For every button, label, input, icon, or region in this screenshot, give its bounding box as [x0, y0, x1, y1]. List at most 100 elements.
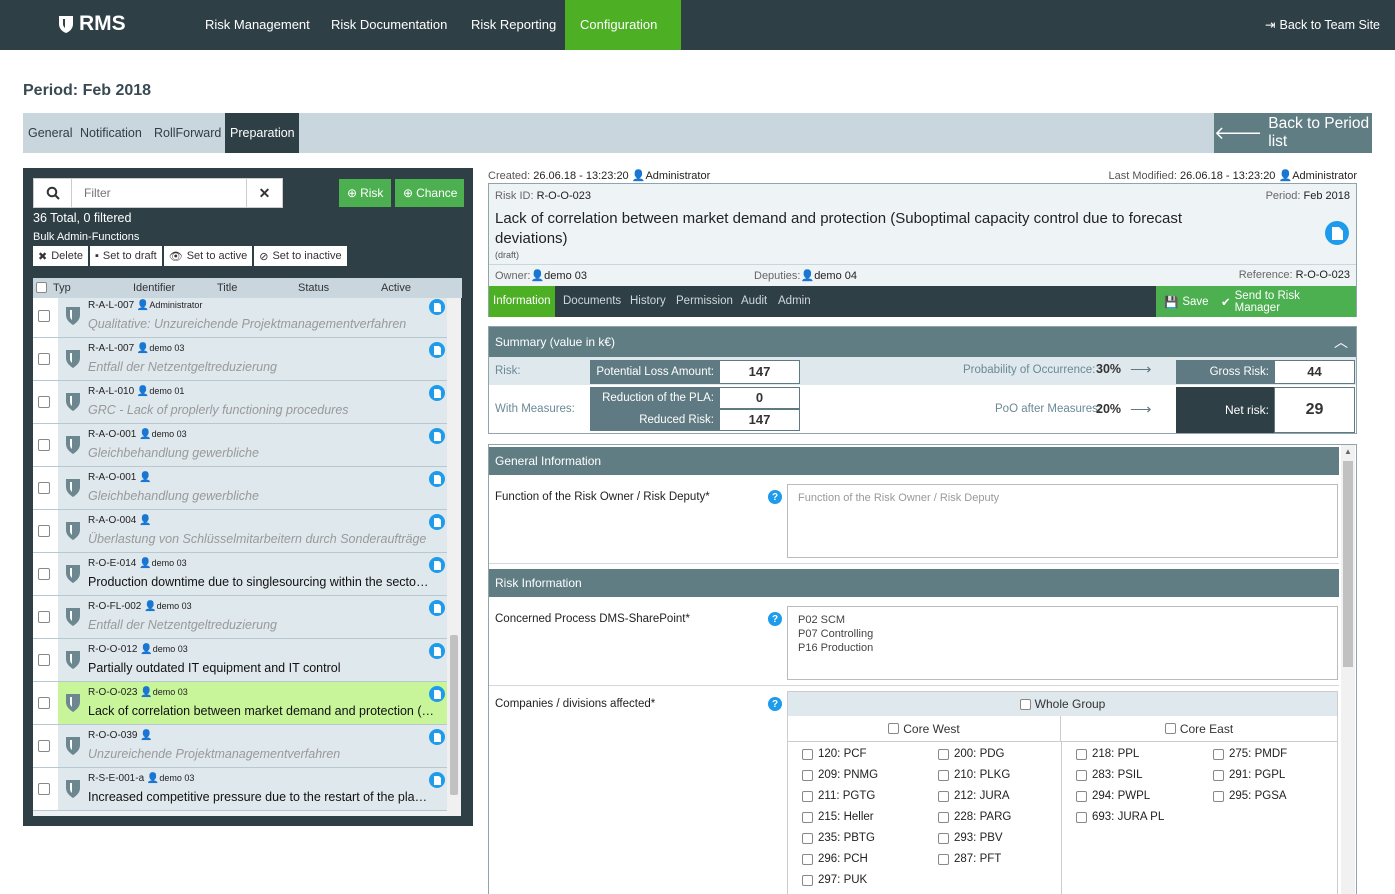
row-checkbox[interactable]	[38, 654, 50, 666]
company-option[interactable]: 295: PGSA	[1213, 790, 1287, 802]
list-item-body[interactable]: R-A-O-004 👤 Überlastung von Schlüsselmita…	[58, 510, 447, 552]
company-option[interactable]: 211: PGTG	[802, 790, 875, 802]
help-icon[interactable]: ?	[768, 697, 782, 711]
nav-configuration[interactable]: Configuration ▼	[565, 0, 681, 81]
send-to-risk-manager-button[interactable]: ✔ Send to Risk Manager	[1213, 286, 1356, 317]
list-item[interactable]: R-O-O-012 👤demo 03 Partially outdated IT …	[33, 639, 447, 682]
company-checkbox[interactable]	[802, 832, 813, 844]
company-option[interactable]: 209: PNMG	[802, 769, 878, 781]
clear-filter-icon[interactable]: ✕	[246, 179, 282, 207]
company-checkbox[interactable]	[802, 811, 813, 823]
company-checkbox[interactable]	[1213, 769, 1224, 781]
company-checkbox[interactable]	[1213, 790, 1224, 802]
bulk-draft-button[interactable]: ▪ Set to draft	[90, 246, 162, 266]
core-west-checkbox[interactable]	[888, 723, 900, 734]
col-title[interactable]: Title	[217, 282, 237, 294]
document-icon[interactable]	[1325, 221, 1349, 245]
bulk-inactive-button[interactable]: ⊘ Set to inactive	[254, 246, 347, 266]
add-risk-button[interactable]: ⊕ Risk	[339, 179, 392, 207]
document-icon[interactable]	[429, 342, 445, 358]
company-option[interactable]: 210: PLKG	[938, 769, 1010, 781]
list-item[interactable]: R-A-O-001 👤demo 03 Gleichbehandlung gewer…	[33, 424, 447, 467]
list-item[interactable]: R-A-L-010 👤demo 01 GRC - Lack of proplerl…	[33, 381, 447, 424]
company-option[interactable]: 275: PMDF	[1213, 748, 1287, 760]
document-icon[interactable]	[429, 385, 445, 401]
nav-risk-reporting[interactable]: Risk Reporting	[456, 0, 571, 50]
col-active[interactable]: Active	[381, 282, 411, 294]
document-icon[interactable]	[429, 557, 445, 573]
company-option[interactable]: 297: PUK	[802, 874, 867, 886]
company-checkbox[interactable]	[802, 874, 813, 886]
col-typ[interactable]: Typ	[53, 282, 71, 294]
company-option[interactable]: 693: JURA PL	[1076, 811, 1164, 823]
company-option[interactable]: 294: PWPL	[1076, 790, 1150, 802]
form-scrollbar[interactable]: ▲	[1341, 445, 1355, 894]
company-option[interactable]: 228: PARG	[938, 811, 1011, 823]
company-option[interactable]: 235: PBTG	[802, 832, 875, 844]
process-textarea[interactable]: P02 SCM P07 Controlling P16 Production	[787, 606, 1338, 680]
row-checkbox[interactable]	[38, 482, 50, 494]
company-checkbox[interactable]	[1076, 748, 1087, 760]
row-checkbox[interactable]	[38, 310, 50, 322]
company-checkbox[interactable]	[802, 790, 813, 802]
company-checkbox[interactable]	[1213, 748, 1224, 760]
company-option[interactable]: 291: PGPL	[1213, 769, 1285, 781]
add-chance-button[interactable]: ⊕ Chance	[395, 179, 464, 207]
company-checkbox[interactable]	[938, 769, 949, 781]
whole-group-row[interactable]: Whole Group	[788, 692, 1337, 716]
tab-documents[interactable]: Documents	[559, 286, 625, 317]
list-scrollbar[interactable]	[447, 298, 461, 816]
company-checkbox[interactable]	[802, 853, 813, 865]
company-option[interactable]: 215: Heller	[802, 811, 874, 823]
scroll-up-icon[interactable]: ▲	[1341, 447, 1355, 459]
list-item-body[interactable]: R-A-O-001 👤demo 03 Gleichbehandlung gewer…	[58, 424, 447, 466]
company-option[interactable]: 120: PCF	[802, 748, 867, 760]
document-icon[interactable]	[429, 428, 445, 444]
tab-admin[interactable]: Admin	[774, 286, 815, 317]
company-checkbox[interactable]	[938, 853, 949, 865]
help-icon[interactable]: ?	[768, 612, 782, 626]
list-item-body[interactable]: R-O-O-012 👤demo 03 Partially outdated IT …	[58, 639, 447, 681]
list-item[interactable]: R-A-O-001 👤 Gleichbehandlung gewerbliche	[33, 467, 447, 510]
row-checkbox[interactable]	[38, 740, 50, 752]
company-checkbox[interactable]	[1076, 790, 1087, 802]
company-checkbox[interactable]	[938, 811, 949, 823]
core-east-checkbox[interactable]	[1164, 723, 1176, 734]
list-item-body[interactable]: R-O-FL-002 👤demo 03 Entfall der Netzentge…	[58, 596, 447, 638]
tab-information[interactable]: Information	[489, 286, 555, 317]
row-checkbox[interactable]	[38, 353, 50, 365]
company-option[interactable]: 212: JURA	[938, 790, 1010, 802]
nav-risk-documentation[interactable]: Risk Documentation	[316, 0, 462, 50]
list-scrollbar-thumb[interactable]	[450, 635, 458, 795]
list-item[interactable]: R-O-O-039 👤 Unzureichende Projektmanageme…	[33, 725, 447, 768]
list-item-body[interactable]: R-A-L-007 👤Administrator Qualitative: Unz…	[58, 298, 447, 337]
list-item-body[interactable]: R-A-O-001 👤 Gleichbehandlung gewerbliche	[58, 467, 447, 509]
company-option[interactable]: 296: PCH	[802, 853, 868, 865]
company-option[interactable]: 218: PPL	[1076, 748, 1139, 760]
document-icon[interactable]	[429, 729, 445, 745]
filter-input[interactable]	[72, 179, 246, 207]
back-to-period-list-button[interactable]: 🡐 Back to Period list	[1214, 113, 1372, 153]
save-button[interactable]: 💾 Save	[1156, 286, 1217, 317]
company-checkbox[interactable]	[938, 790, 949, 802]
list-item[interactable]: R-A-L-007 👤Administrator Qualitative: Unz…	[33, 298, 447, 338]
document-icon[interactable]	[429, 471, 445, 487]
row-checkbox[interactable]	[38, 396, 50, 408]
tab-rollforward[interactable]: RollForward	[149, 113, 226, 153]
nav-risk-management[interactable]: Risk Management	[190, 0, 325, 50]
list-item[interactable]: R-O-E-014 👤demo 03 Production downtime du…	[33, 553, 447, 596]
chevron-up-icon[interactable]: ︿	[1334, 327, 1348, 357]
core-east-header[interactable]: Core East	[1061, 716, 1337, 742]
company-checkbox[interactable]	[938, 832, 949, 844]
col-identifier[interactable]: Identifier	[133, 282, 175, 294]
company-option[interactable]: 293: PBV	[938, 832, 1003, 844]
row-checkbox[interactable]	[38, 611, 50, 623]
list-item[interactable]: R-A-O-004 👤 Überlastung von Schlüsselmita…	[33, 510, 447, 553]
bulk-active-button[interactable]: 👁 Set to active	[163, 246, 253, 266]
bulk-delete-button[interactable]: ✖ Delete	[33, 246, 89, 266]
company-checkbox[interactable]	[802, 769, 813, 781]
whole-group-checkbox[interactable]	[1019, 698, 1031, 710]
document-icon[interactable]	[429, 686, 445, 702]
list-item-body[interactable]: R-O-E-014 👤demo 03 Production downtime du…	[58, 553, 447, 595]
select-all-checkbox[interactable]	[36, 282, 47, 293]
